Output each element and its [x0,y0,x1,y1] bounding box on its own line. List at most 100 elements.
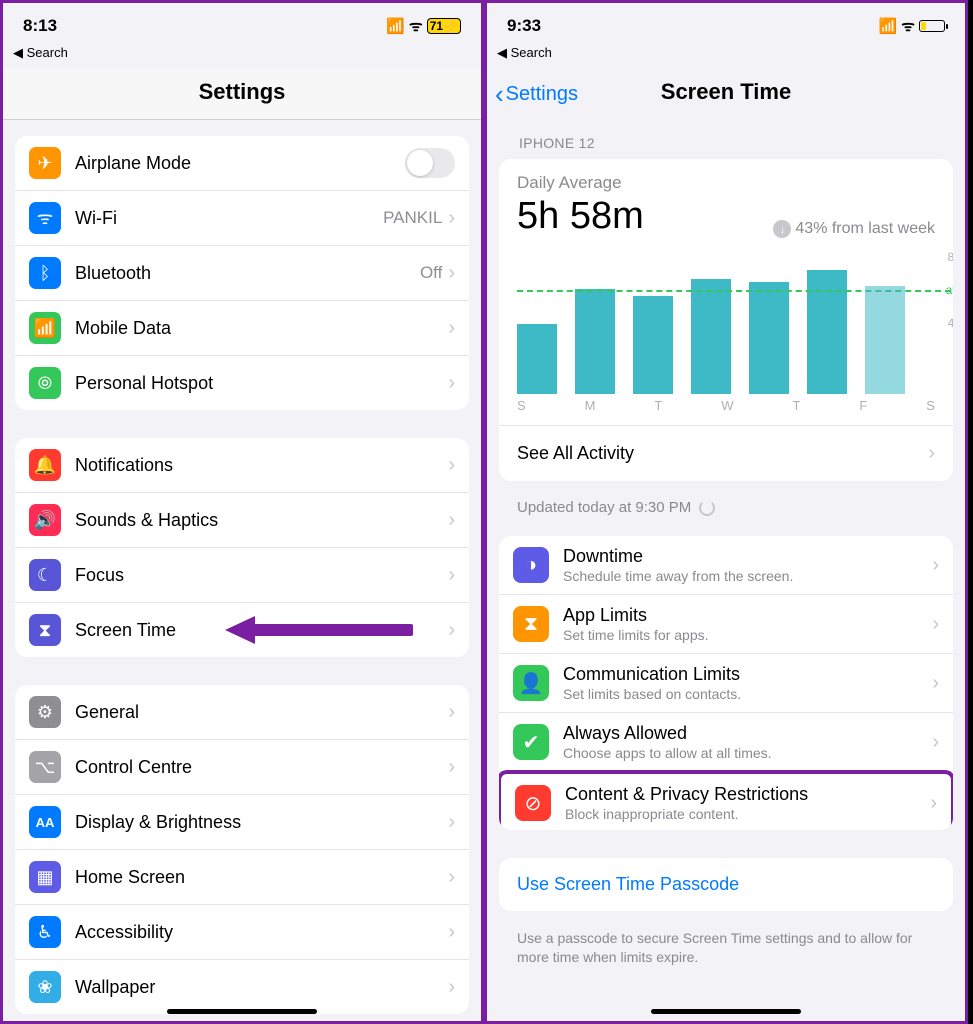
spinner-icon [699,500,715,516]
settings-row-bluetooth[interactable]: ᛒ BluetoothOff › [15,246,469,301]
chevron-right-icon: › [930,792,937,815]
settings-row-general[interactable]: ⚙General› [15,685,469,740]
chevron-right-icon: › [448,372,455,395]
see-all-activity-row[interactable]: See All Activity› [499,425,953,481]
settings-row-accessibility[interactable]: ♿︎Accessibility› [15,905,469,960]
use-passcode-link[interactable]: Use Screen Time Passcode [499,858,953,911]
back-to-search[interactable]: ◀ Search [487,43,965,69]
bluetooth-icon: ᛒ [29,257,61,289]
option-row-app-limits[interactable]: ⧗App LimitsSet time limits for apps.› [499,595,953,654]
signal-icon: 📶 [386,17,405,35]
always-allowed-icon: ✔ [513,724,549,760]
settings-row-mobile-data[interactable]: 📶Mobile Data› [15,301,469,356]
daily-average-label: Daily Average [517,173,935,193]
settings-list[interactable]: ✈Airplane Mode ᯤ Wi-FiPANKIL › ᛒ BluetoothOff… [3,120,481,1024]
option-title: Communication Limits [563,664,932,685]
comm-limits-icon: 👤 [513,665,549,701]
wifi-icon: ᯤ [29,202,61,234]
settings-row-personal-hotspot[interactable]: ⦾ Personal Hotspot› [15,356,469,410]
option-row-communication-limits[interactable]: 👤 Communication LimitsSet limits based on… [499,654,953,713]
mobile-data-icon: 📶 [29,312,61,344]
navbar: ‹Settings Screen Time [487,69,965,119]
battery-low-indicator [919,20,945,32]
chevron-right-icon: › [448,317,455,340]
home-screen-icon: ▦ [29,861,61,893]
status-bar: 8:13 📶 ᯤ 71⚡ [3,3,481,43]
chevron-right-icon: › [928,442,935,465]
chart-x-label: T [793,398,801,413]
updated-text: Updated today at 9:30 PM [499,491,953,536]
option-subtitle: Set limits based on contacts. [563,686,932,702]
row-label: Wi-Fi [75,208,383,229]
downtime-icon: ◑ [513,547,549,583]
option-row-content-privacy-restrictions[interactable]: ⊘Content & Privacy RestrictionsBlock ina… [499,770,953,830]
chart-bar [633,296,673,394]
chevron-right-icon: › [932,554,939,577]
chart-bar [749,282,789,394]
home-indicator[interactable] [167,1009,317,1014]
screentime-icon: ⧗ [29,614,61,646]
settings-row-home-screen[interactable]: ▦ Home Screen› [15,850,469,905]
chart-x-label: S [926,398,935,413]
settings-row-control-centre[interactable]: ⌥Control Centre› [15,740,469,795]
chevron-right-icon: › [448,811,455,834]
option-title: Always Allowed [563,723,932,744]
airplane-icon: ✈ [29,147,61,179]
row-label: Sounds & Haptics [75,510,448,531]
settings-row-focus[interactable]: ☾Focus› [15,548,469,603]
screentime-content[interactable]: IPHONE 12 Daily Average 5h 58m ↓43% from… [487,119,965,1024]
page-title: Settings [199,79,286,104]
navbar: Settings [3,69,481,120]
sounds-icon: 🔊 [29,504,61,536]
row-label: Bluetooth [75,263,420,284]
row-detail: Off [420,263,442,283]
row-label: Personal Hotspot [75,373,448,394]
option-subtitle: Block inappropriate content. [565,806,930,822]
chevron-right-icon: › [448,976,455,999]
settings-row-display-brightness[interactable]: AADisplay & Brightness› [15,795,469,850]
option-subtitle: Choose apps to allow at all times. [563,745,932,761]
chart-x-label: T [654,398,662,413]
status-time: 9:33 [507,16,541,36]
status-bar: 9:33 📶 ᯤ [487,3,965,43]
wifi-statusicon: ᯤ [901,16,915,36]
row-label: Home Screen [75,867,448,888]
control-centre-icon: ⌥ [29,751,61,783]
back-button[interactable]: ‹Settings [495,79,578,110]
chart-bar [807,270,847,394]
option-row-always-allowed[interactable]: ✔ Always AllowedChoose apps to allow at a… [499,713,953,772]
status-icons: 📶 ᯤ 71⚡ [386,16,461,36]
hotspot-icon: ⦾ [29,367,61,399]
chart-x-label: F [859,398,867,413]
settings-row-sounds-haptics[interactable]: 🔊 Sounds & Haptics› [15,493,469,548]
screentime-screenshot: 9:33 📶 ᯤ ◀ Search ‹Settings Screen Time … [484,0,968,1024]
option-subtitle: Schedule time away from the screen. [563,568,932,584]
battery-indicator: 71⚡ [427,18,461,34]
status-icons: 📶 ᯤ [879,16,945,36]
home-indicator[interactable] [651,1009,801,1014]
status-time: 8:13 [23,16,57,36]
chart-avg-label: avg [946,283,953,297]
back-to-search[interactable]: ◀ Search [3,43,481,69]
settings-row-notifications[interactable]: 🔔Notifications› [15,438,469,493]
chevron-right-icon: › [448,207,455,230]
option-row-downtime[interactable]: ◑ DowntimeSchedule time away from the scr… [499,536,953,595]
settings-row-wallpaper[interactable]: ❀Wallpaper› [15,960,469,1014]
chevron-right-icon: › [448,509,455,532]
option-title: App Limits [563,605,932,626]
trend-text: ↓43% from last week [773,220,935,238]
settings-row-wi-fi[interactable]: ᯤ Wi-FiPANKIL › [15,191,469,246]
wifi-statusicon: ᯤ [409,16,423,36]
settings-row-airplane-mode[interactable]: ✈Airplane Mode [15,136,469,191]
option-title: Content & Privacy Restrictions [565,784,930,805]
chevron-right-icon: › [448,454,455,477]
usage-card: Daily Average 5h 58m ↓43% from last week… [499,159,953,481]
row-detail: PANKIL [383,208,442,228]
chevron-right-icon: › [448,866,455,889]
toggle[interactable] [405,148,455,178]
display-icon: AA [29,806,61,838]
settings-row-screen-time[interactable]: ⧗Screen Time› [15,603,469,657]
chevron-right-icon: › [448,921,455,944]
chevron-right-icon: › [448,262,455,285]
option-title: Downtime [563,546,932,567]
